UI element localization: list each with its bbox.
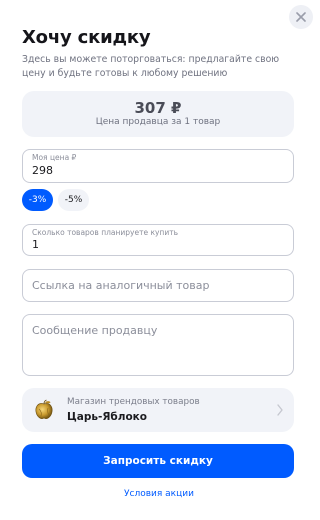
seller-price-value: 307 ₽ — [134, 99, 182, 117]
close-button[interactable] — [289, 5, 313, 29]
my-price-value: 298 — [32, 164, 53, 177]
my-price-field[interactable]: Моя цена ₽ 298 — [22, 149, 294, 183]
chevron-right-icon — [277, 404, 283, 416]
quantity-label: Сколько товаров планируете купить — [32, 228, 178, 237]
seller-price-card: 307 ₽ Цена продавца за 1 товар — [22, 91, 294, 137]
close-icon — [296, 12, 306, 22]
similar-product-link-placeholder: Ссылка на аналогичный товар — [32, 279, 210, 292]
quantity-value: 1 — [32, 238, 39, 251]
request-discount-button[interactable]: Запросить скидку — [22, 444, 294, 478]
shop-card[interactable]: Магазин трендовых товаров Царь-Яблоко — [22, 388, 294, 432]
quantity-field[interactable]: Сколько товаров планируете купить 1 — [22, 224, 294, 256]
dialog-subtitle: Здесь вы можете поторговаться: предлагай… — [22, 54, 280, 79]
terms-link[interactable]: Условия акции — [0, 489, 318, 499]
shop-name: Царь-Яблоко — [67, 411, 148, 423]
seller-message-field[interactable]: Сообщение продавцу — [22, 314, 294, 376]
discount-chip-3[interactable]: -3% — [22, 189, 53, 211]
similar-product-link-field[interactable]: Ссылка на аналогичный товар — [22, 269, 294, 302]
seller-price-label: Цена продавца за 1 товар — [95, 117, 221, 127]
discount-chip-5[interactable]: -5% — [58, 189, 89, 211]
golden-apple-icon — [35, 399, 53, 419]
dialog-title: Хочу скидку — [22, 27, 151, 48]
my-price-label: Моя цена ₽ — [32, 153, 77, 162]
seller-message-placeholder: Сообщение продавцу — [32, 324, 158, 337]
shop-subtitle: Магазин трендовых товаров — [67, 397, 200, 407]
